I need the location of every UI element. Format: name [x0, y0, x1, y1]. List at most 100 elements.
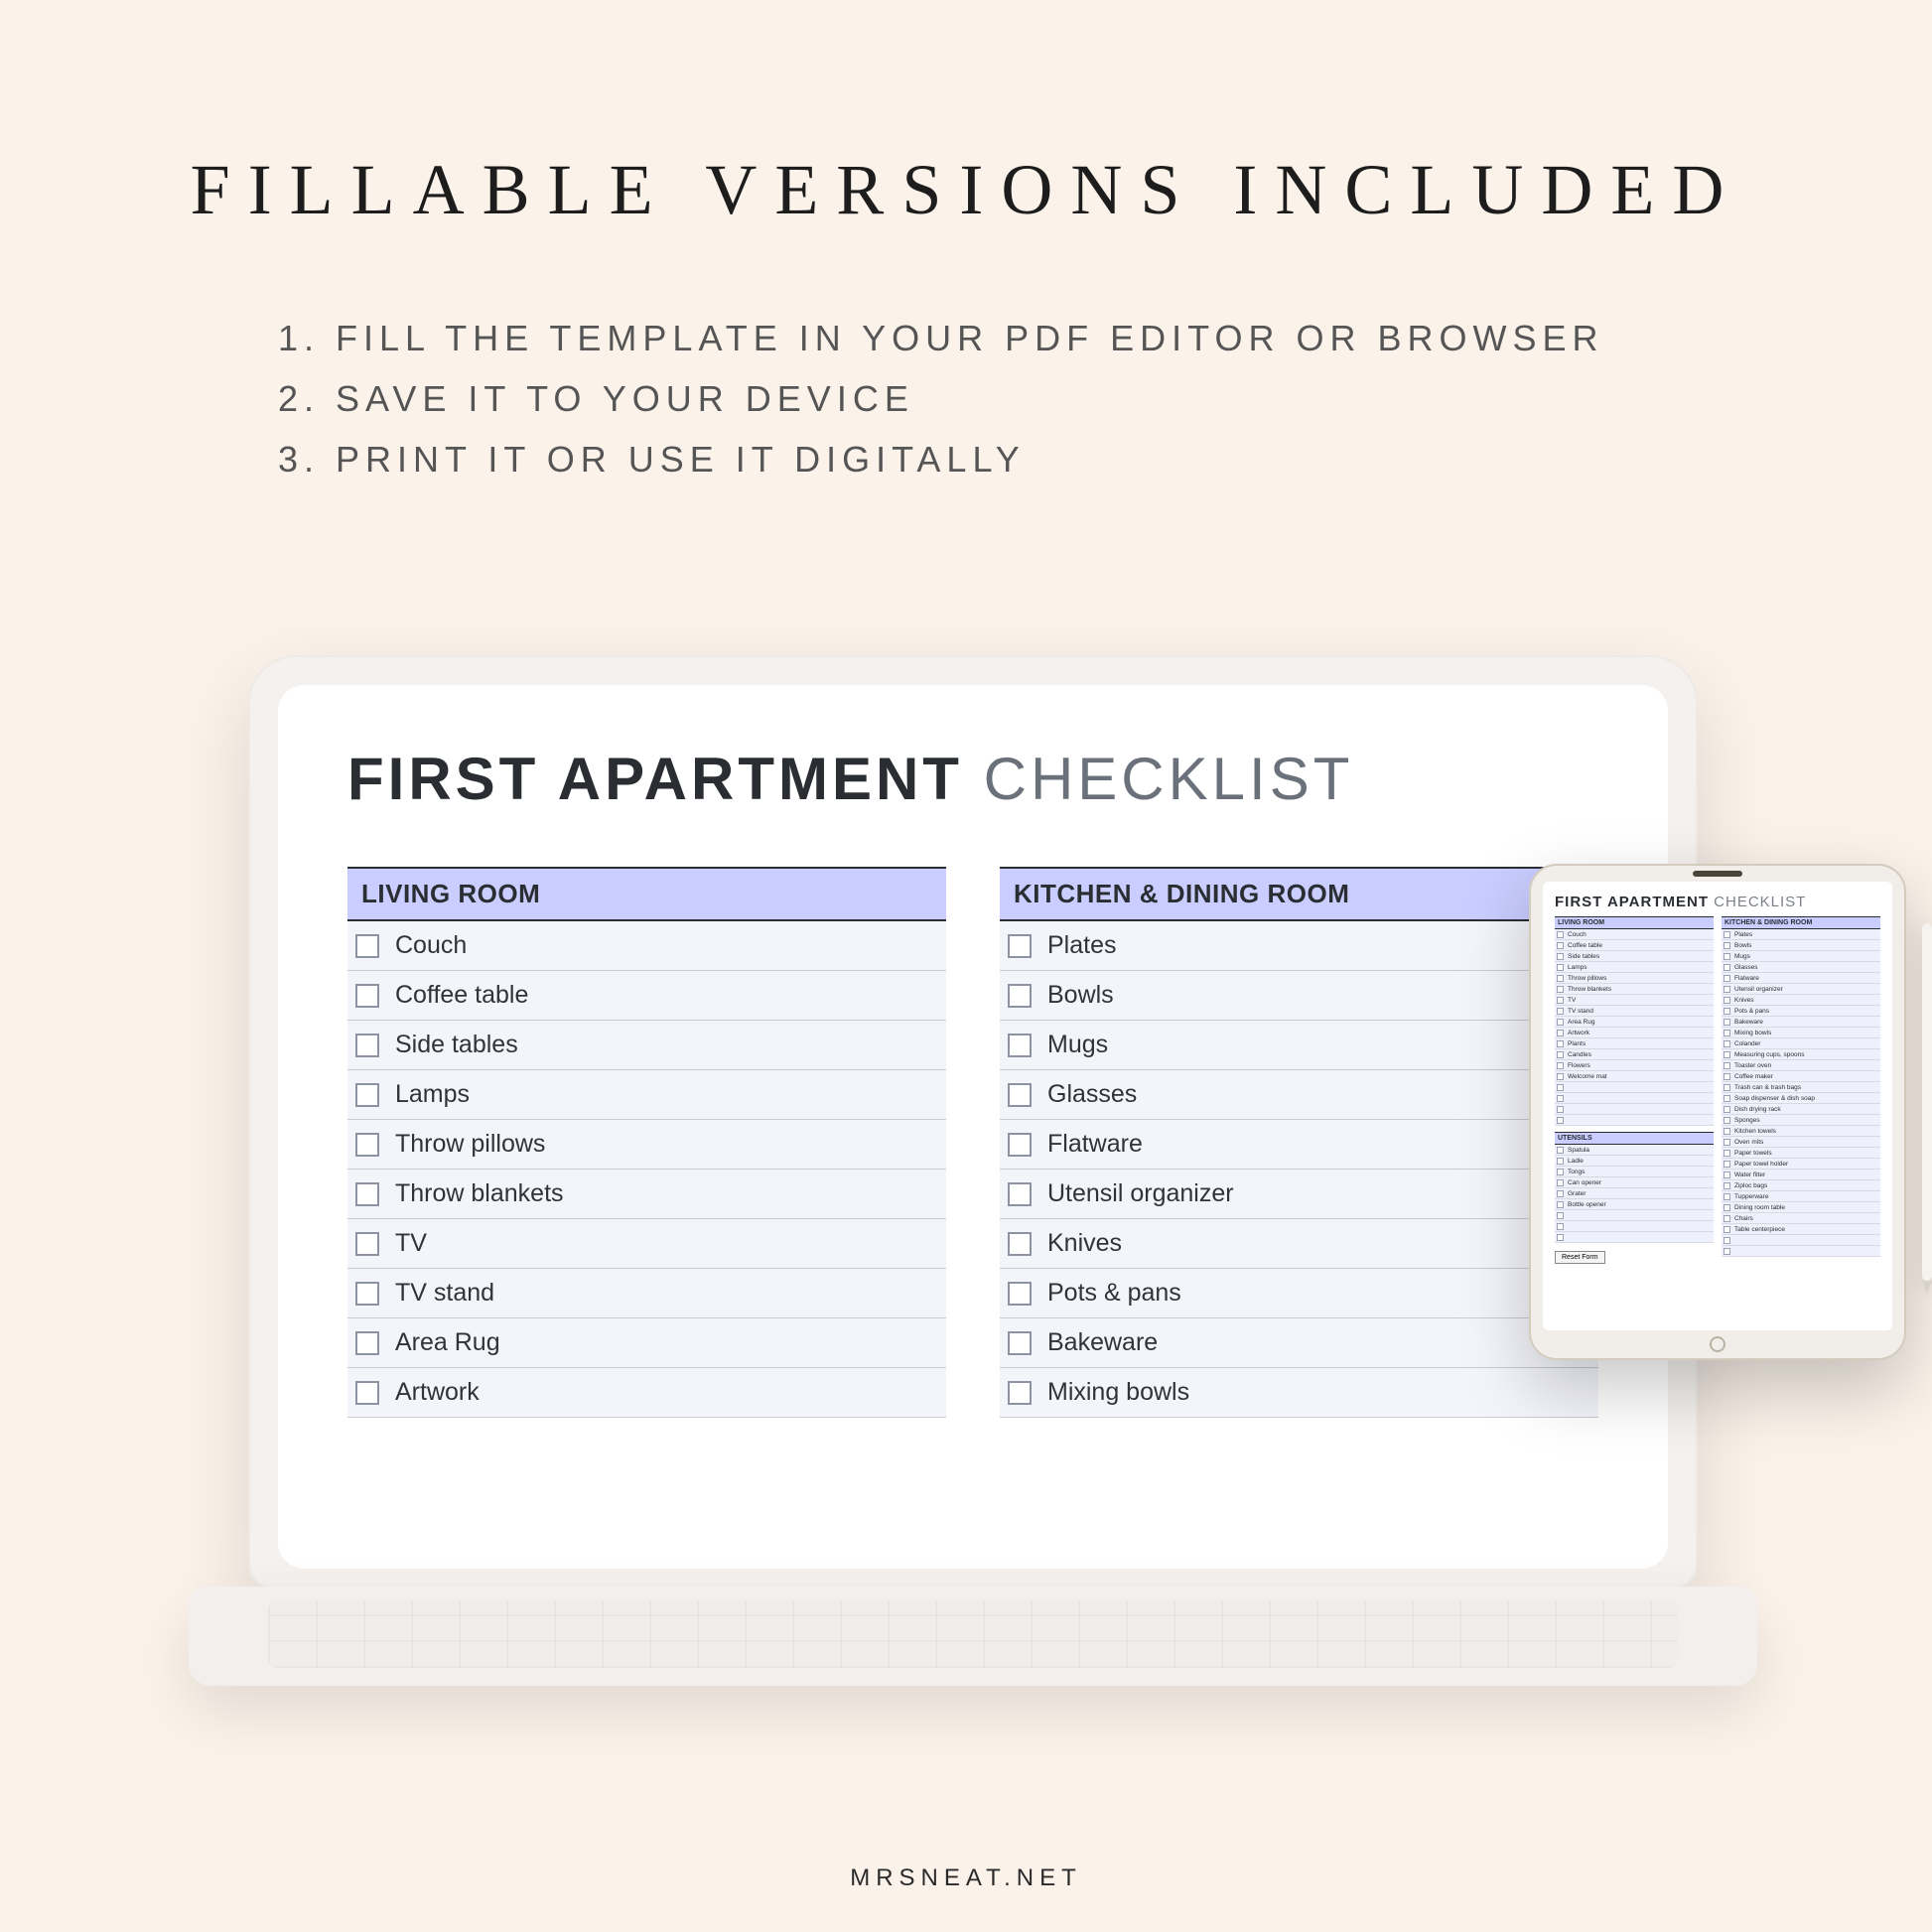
checklist-item-label: Toaster oven [1734, 1062, 1771, 1069]
checklist-item-label: Mugs [1047, 1031, 1108, 1059]
checkbox[interactable] [1557, 1095, 1564, 1102]
checkbox[interactable] [1724, 997, 1730, 1004]
checkbox[interactable] [355, 1232, 379, 1256]
checkbox[interactable] [1557, 1223, 1564, 1230]
checkbox[interactable] [355, 1182, 379, 1206]
checkbox[interactable] [1557, 997, 1564, 1004]
checkbox[interactable] [1557, 964, 1564, 971]
checkbox[interactable] [1557, 1008, 1564, 1015]
tablet-title-thin: CHECKLIST [1714, 894, 1806, 910]
checkbox[interactable] [1724, 1226, 1730, 1233]
checkbox[interactable] [1724, 931, 1730, 938]
checkbox[interactable] [1724, 1237, 1730, 1244]
checkbox[interactable] [355, 1133, 379, 1157]
checkbox[interactable] [1724, 1106, 1730, 1113]
checklist-row: Side tables [1555, 951, 1714, 962]
checkbox[interactable] [355, 934, 379, 958]
checkbox[interactable] [1724, 1051, 1730, 1058]
checkbox[interactable] [1008, 934, 1032, 958]
checklist-row: Pots & pans [1000, 1269, 1598, 1318]
checkbox[interactable] [1557, 1117, 1564, 1124]
checkbox[interactable] [1008, 984, 1032, 1008]
checkbox[interactable] [1557, 1040, 1564, 1047]
checkbox[interactable] [1557, 1073, 1564, 1080]
checkbox[interactable] [355, 1282, 379, 1306]
checklist-row: Utensil organizer [1722, 984, 1880, 995]
checkbox[interactable] [1724, 1139, 1730, 1146]
checklist-row: Artwork [1555, 1028, 1714, 1038]
checkbox[interactable] [1724, 1073, 1730, 1080]
checkbox[interactable] [1724, 1095, 1730, 1102]
checkbox[interactable] [1008, 1282, 1032, 1306]
checkbox[interactable] [1008, 1182, 1032, 1206]
checkbox[interactable] [1557, 953, 1564, 960]
checkbox[interactable] [1724, 986, 1730, 993]
checkbox[interactable] [1557, 1212, 1564, 1219]
checkbox[interactable] [1557, 986, 1564, 993]
checkbox[interactable] [1557, 1179, 1564, 1186]
checkbox[interactable] [1557, 1169, 1564, 1175]
checklist-item-label: Coffee table [1568, 942, 1602, 949]
checkbox[interactable] [1557, 931, 1564, 938]
checkbox[interactable] [1008, 1331, 1032, 1355]
reset-form-button[interactable]: Reset Form [1555, 1251, 1605, 1264]
checkbox[interactable] [1724, 1161, 1730, 1168]
checkbox[interactable] [1724, 975, 1730, 982]
tablet-home-button[interactable] [1710, 1336, 1725, 1352]
checkbox[interactable] [355, 1083, 379, 1107]
checkbox[interactable] [1557, 1106, 1564, 1113]
checkbox[interactable] [1724, 1150, 1730, 1157]
step-3: 3. PRINT IT OR USE IT DIGITALLY [278, 429, 1604, 489]
checkbox[interactable] [1724, 1182, 1730, 1189]
checkbox[interactable] [1724, 1084, 1730, 1091]
checkbox[interactable] [1557, 975, 1564, 982]
checkbox[interactable] [355, 984, 379, 1008]
checkbox[interactable] [1724, 1117, 1730, 1124]
checkbox[interactable] [355, 1331, 379, 1355]
checkbox[interactable] [1724, 1030, 1730, 1036]
checkbox[interactable] [1008, 1232, 1032, 1256]
checkbox[interactable] [355, 1034, 379, 1057]
checkbox[interactable] [1557, 1234, 1564, 1241]
checklist-row [1555, 1232, 1714, 1243]
checkbox[interactable] [1557, 1019, 1564, 1026]
checkbox[interactable] [1008, 1034, 1032, 1057]
checkbox[interactable] [1724, 942, 1730, 949]
checkbox[interactable] [1557, 1158, 1564, 1165]
checklist-row: TV stand [1555, 1006, 1714, 1017]
checkbox[interactable] [1008, 1083, 1032, 1107]
checkbox[interactable] [1724, 1215, 1730, 1222]
checkbox[interactable] [355, 1381, 379, 1405]
checkbox[interactable] [1557, 1201, 1564, 1208]
checkbox[interactable] [1724, 1008, 1730, 1015]
checkbox[interactable] [1724, 953, 1730, 960]
checklist-item-label: Chairs [1734, 1215, 1753, 1222]
checkbox[interactable] [1557, 942, 1564, 949]
checkbox[interactable] [1724, 1019, 1730, 1026]
checkbox[interactable] [1557, 1030, 1564, 1036]
checkbox[interactable] [1724, 964, 1730, 971]
checklist-row: TV [1555, 995, 1714, 1006]
checkbox[interactable] [1557, 1147, 1564, 1154]
checklist-row: Sponges [1722, 1115, 1880, 1126]
checkbox[interactable] [1557, 1062, 1564, 1069]
checkbox[interactable] [1008, 1381, 1032, 1405]
checkbox[interactable] [1557, 1051, 1564, 1058]
checkbox[interactable] [1557, 1084, 1564, 1091]
checkbox[interactable] [1724, 1172, 1730, 1178]
checklist-item-label: Ziploc bags [1734, 1182, 1767, 1189]
checkbox[interactable] [1724, 1062, 1730, 1069]
checkbox[interactable] [1557, 1190, 1564, 1197]
checkbox[interactable] [1724, 1248, 1730, 1255]
checkbox[interactable] [1008, 1133, 1032, 1157]
checklist-item-label: Grater [1568, 1190, 1586, 1197]
checkbox[interactable] [1724, 1204, 1730, 1211]
laptop-bezel: FIRST APARTMENT CHECKLIST LIVING ROOM Co… [248, 655, 1698, 1588]
checkbox[interactable] [1724, 1193, 1730, 1200]
step-1: 1. FILL THE TEMPLATE IN YOUR PDF EDITOR … [278, 308, 1604, 368]
checklist-row: Ladle [1555, 1156, 1714, 1167]
checkbox[interactable] [1724, 1128, 1730, 1135]
step-2: 2. SAVE IT TO YOUR DEVICE [278, 368, 1604, 429]
checklist-item-label: Flowers [1568, 1062, 1590, 1069]
checkbox[interactable] [1724, 1040, 1730, 1047]
